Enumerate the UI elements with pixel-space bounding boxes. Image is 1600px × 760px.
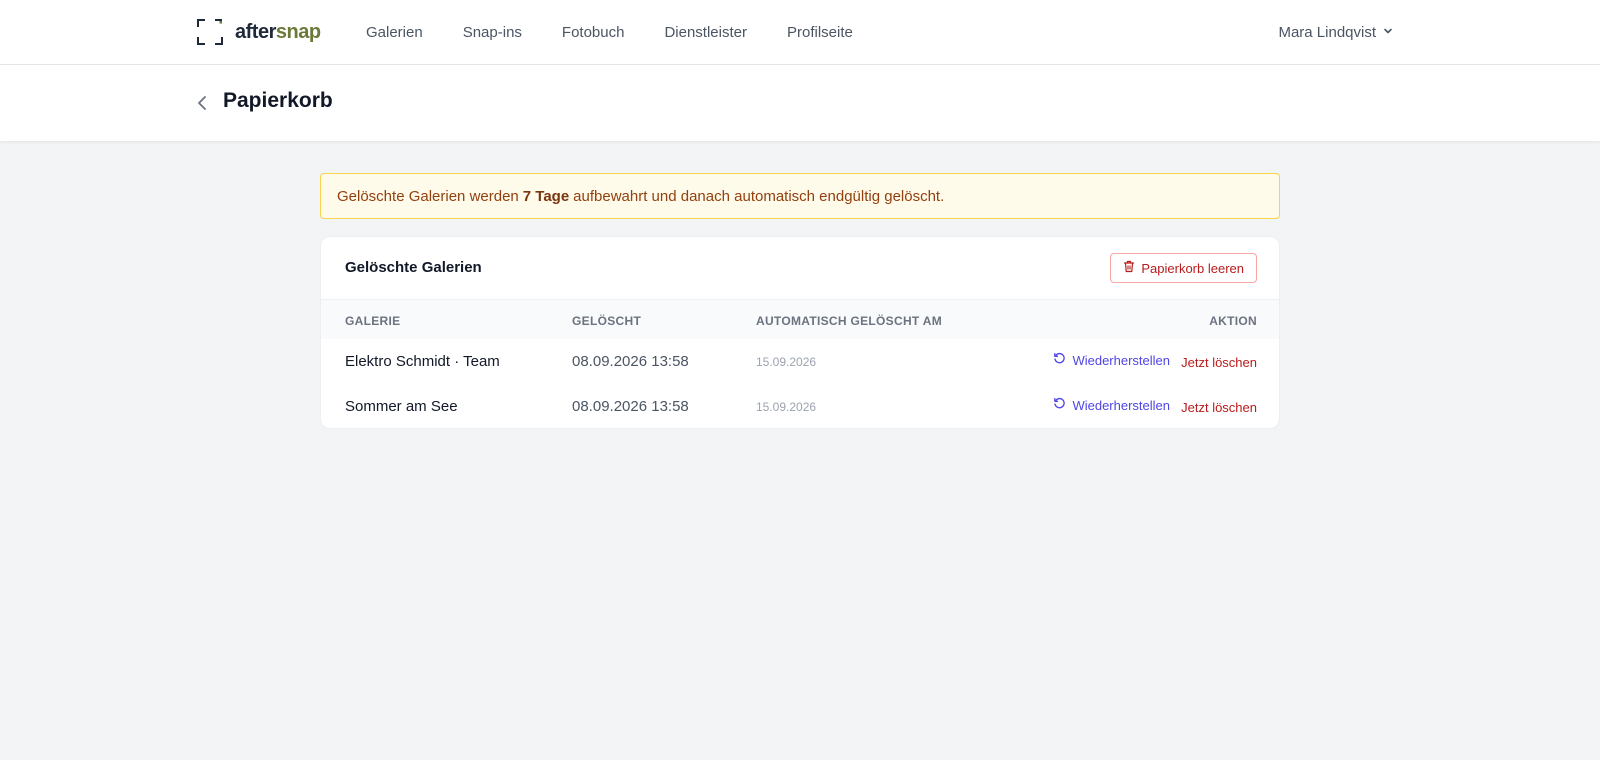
delete-now-button[interactable]: Jetzt löschen bbox=[1181, 355, 1257, 370]
table-header: GALERIE GELÖSCHT AUTOMATISCH GELÖSCHT AM… bbox=[321, 299, 1279, 339]
auto-delete-date: 15.09.2026 bbox=[756, 355, 817, 369]
restore-button[interactable]: Wiederherstellen bbox=[1053, 352, 1170, 368]
main-nav: Galerien Snap-ins Fotobuch Dienstleister… bbox=[366, 22, 893, 44]
chevron-left-icon[interactable] bbox=[194, 93, 210, 113]
nav-item-fotobuch[interactable]: Fotobuch bbox=[562, 22, 625, 44]
restore-label: Wiederherstellen bbox=[1072, 352, 1170, 368]
page-header: Papierkorb bbox=[0, 65, 1600, 141]
page-title: Papierkorb bbox=[223, 89, 333, 112]
deleted-date: 08.09.2026 13:58 bbox=[572, 398, 689, 415]
column-header-deleted: GELÖSCHT bbox=[572, 314, 642, 328]
logo-wordmark: aftersnap bbox=[235, 20, 321, 43]
nav-item-galerien[interactable]: Galerien bbox=[366, 22, 423, 44]
card-header: Gelöschte Galerien Papierkorb leeren bbox=[321, 237, 1279, 299]
notice-text-before: Gelöschte Galerien werden bbox=[337, 187, 519, 205]
user-menu[interactable]: Mara Lindqvist bbox=[1278, 22, 1394, 44]
logo-frame-icon bbox=[197, 19, 223, 45]
nav-item-snap-ins[interactable]: Snap-ins bbox=[463, 22, 522, 44]
delete-now-button[interactable]: Jetzt löschen bbox=[1181, 400, 1257, 415]
deleted-date: 08.09.2026 13:58 bbox=[572, 353, 689, 370]
empty-trash-label: Papierkorb leeren bbox=[1141, 260, 1244, 276]
restore-icon bbox=[1053, 352, 1066, 368]
table-row: Sommer am See 08.09.2026 13:58 15.09.202… bbox=[321, 384, 1279, 428]
retention-notice: Gelöschte Galerien werden 7 Tage aufbewa… bbox=[320, 173, 1280, 219]
notice-text-after: aufbewahrt und danach automatisch endgül… bbox=[573, 187, 945, 205]
table-row: Elektro Schmidt · Team 08.09.2026 13:58 … bbox=[321, 339, 1279, 384]
restore-button[interactable]: Wiederherstellen bbox=[1053, 397, 1170, 413]
trash-icon bbox=[1123, 260, 1135, 276]
column-header-action: AKTION bbox=[1209, 314, 1257, 328]
gallery-name: Sommer am See bbox=[345, 398, 458, 415]
gallery-name: Elektro Schmidt · Team bbox=[345, 353, 500, 370]
notice-highlight: 7 Tage bbox=[522, 187, 570, 205]
column-header-gallery: GALERIE bbox=[345, 314, 401, 328]
deleted-galleries-card: Gelöschte Galerien Papierkorb leeren GAL… bbox=[320, 236, 1280, 429]
top-navigation: aftersnap Galerien Snap-ins Fotobuch Die… bbox=[0, 0, 1600, 65]
card-title: Gelöschte Galerien bbox=[345, 259, 482, 276]
empty-trash-button[interactable]: Papierkorb leeren bbox=[1110, 253, 1257, 283]
restore-icon bbox=[1053, 397, 1066, 413]
chevron-down-icon bbox=[1382, 22, 1394, 44]
nav-item-dienstleister[interactable]: Dienstleister bbox=[664, 22, 747, 44]
user-name: Mara Lindqvist bbox=[1278, 24, 1376, 41]
column-header-auto-deleted: AUTOMATISCH GELÖSCHT AM bbox=[756, 314, 943, 328]
auto-delete-date: 15.09.2026 bbox=[756, 400, 817, 414]
aftersnap-logo[interactable]: aftersnap bbox=[197, 19, 321, 45]
restore-label: Wiederherstellen bbox=[1072, 397, 1170, 413]
nav-item-profilseite[interactable]: Profilseite bbox=[787, 22, 853, 44]
